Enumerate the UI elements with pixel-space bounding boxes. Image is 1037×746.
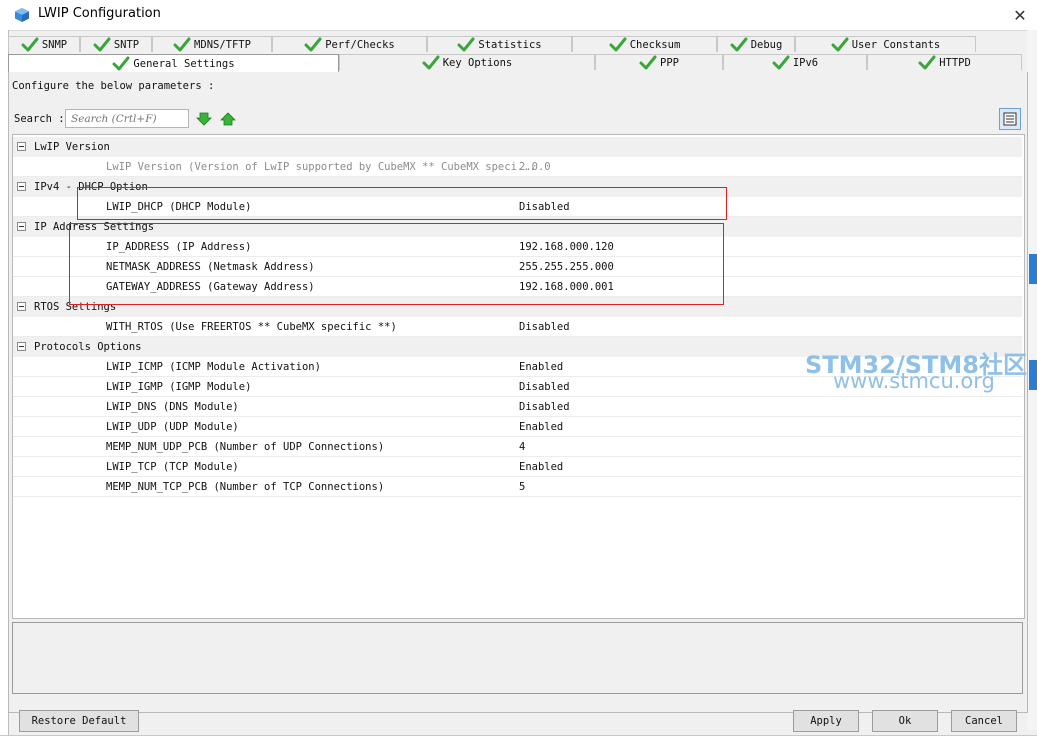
cube-app-icon [15,8,29,22]
parameter-value[interactable]: Enabled [519,461,563,473]
lwip-configuration-dialog: LWIP Configuration ✕ SNMP SNTP MDNS/TFTP Pe… [0,0,1037,746]
parameter-value[interactable]: Disabled [519,381,570,393]
check-icon [772,55,790,69]
collapse-toggle-icon[interactable] [17,342,26,351]
collapse-toggle-icon[interactable] [17,222,26,231]
tab-general-settings[interactable]: General Settings [8,54,339,72]
table-row[interactable]: LWIP_DNS (DNS Module) Disabled [13,397,1022,417]
highlight-box-ip-settings [69,223,724,305]
tab-label: PPP [660,56,679,69]
group-name: Protocols Options [34,341,142,353]
parameter-value[interactable]: 2.0.0 [519,161,551,173]
background-window-strip-right [1027,30,1037,730]
check-icon [21,37,39,51]
table-row[interactable]: LwIP Version (Version of LwIP supported … [13,157,1022,177]
table-row[interactable]: LWIP_UDP (UDP Module) Enabled [13,417,1022,437]
parameter-name: LwIP Version (Version of LwIP supported … [106,161,536,173]
check-icon [639,55,657,69]
group-lwip-version[interactable]: LwIP Version [13,137,1022,157]
parameter-name: LWIP_TCP (TCP Module) [106,461,239,473]
table-row[interactable]: LWIP_TCP (TCP Module) Enabled [13,457,1022,477]
tab-mdns-tftp[interactable]: MDNS/TFTP [152,36,272,52]
check-icon [173,37,191,51]
parameter-value[interactable]: Disabled [519,401,570,413]
list-view-icon [1003,112,1017,126]
window-title: LWIP Configuration [38,6,161,21]
background-marker [1029,254,1037,284]
tab-key-options[interactable]: Key Options [339,54,595,70]
search-input[interactable] [65,109,189,128]
check-icon [609,37,627,51]
arrow-down-icon[interactable] [196,111,212,127]
arrow-up-icon[interactable] [220,111,236,127]
cancel-button[interactable]: Cancel [951,710,1017,732]
tab-label: Key Options [442,56,513,69]
tab-label: Debug [750,38,783,51]
tab-row-1: SNMP SNTP MDNS/TFTP Perf/Checks Statistics Ch… [8,36,976,53]
tab-label: Perf/Checks [325,38,395,51]
apply-button[interactable]: Apply [793,710,859,732]
tab-label: SNTP [113,38,140,51]
tab-label: HTTPD [939,56,971,69]
check-icon [112,56,130,70]
tab-ipv6[interactable]: IPv6 [723,54,867,70]
tab-label: Statistics [478,38,542,51]
check-icon [93,37,111,51]
tab-label: MDNS/TFTP [194,38,251,51]
tab-debug[interactable]: Debug [717,36,795,52]
tab-label: User Constants [851,38,941,51]
tab-perf-checks[interactable]: Perf/Checks [272,36,427,52]
check-icon [422,55,440,69]
parameter-value[interactable]: 4 [519,441,525,453]
table-row[interactable]: WITH_RTOS (Use FREERTOS ** CubeMX specif… [13,317,1022,337]
parameter-name: LWIP_UDP (UDP Module) [106,421,239,433]
tab-ppp[interactable]: PPP [595,54,723,70]
check-icon [304,37,322,51]
collapse-toggle-icon[interactable] [17,182,26,191]
table-row[interactable]: MEMP_NUM_UDP_PCB (Number of UDP Connecti… [13,437,1022,457]
background-window-bottom [0,735,1037,746]
watermark-url: www.stmcu.org [833,369,995,393]
parameter-name: LWIP_DNS (DNS Module) [106,401,239,413]
collapse-toggle-icon[interactable] [17,302,26,311]
parameter-name: MEMP_NUM_TCP_PCB (Number of TCP Connecti… [106,481,385,493]
toggle-view-button[interactable] [999,108,1021,130]
restore-default-button[interactable]: Restore Default [19,710,139,732]
search-label: Search : [14,113,65,125]
configure-instructions: Configure the below parameters : [12,80,215,92]
parameter-value[interactable]: Enabled [519,421,563,433]
ok-button[interactable]: Ok [872,710,938,732]
group-name: LwIP Version [34,141,110,153]
description-panel [12,622,1023,694]
parameter-value[interactable]: 5 [519,481,525,493]
parameter-value[interactable]: Disabled [519,321,570,333]
parameter-name: MEMP_NUM_UDP_PCB (Number of UDP Connecti… [106,441,385,453]
tab-label: Checksum [629,38,681,51]
table-row[interactable]: MEMP_NUM_TCP_PCB (Number of TCP Connecti… [13,477,1022,497]
tab-statistics[interactable]: Statistics [427,36,572,52]
check-icon [918,55,936,69]
collapse-toggle-icon[interactable] [17,142,26,151]
background-marker [1029,360,1037,390]
tab-user-constants[interactable]: User Constants [795,36,976,52]
check-icon [730,37,748,51]
tab-checksum[interactable]: Checksum [572,36,717,52]
tab-label: IPv6 [792,56,819,69]
parameter-name: LWIP_IGMP (IGMP Module) [106,381,252,393]
close-button[interactable]: ✕ [1003,0,1037,30]
parameter-value[interactable]: Enabled [519,361,563,373]
parameter-name: WITH_RTOS (Use FREERTOS ** CubeMX specif… [106,321,397,333]
tab-httpd[interactable]: HTTPD [867,54,1022,70]
close-icon: ✕ [1013,5,1027,25]
highlight-box-dhcp [77,187,727,220]
title-bar: LWIP Configuration ✕ [0,0,1037,31]
check-icon [831,37,849,51]
tab-row-2: General Settings Key Options PPP IPv6 HTTPD [8,54,1022,72]
tab-snmp[interactable]: SNMP [8,36,80,52]
parameter-name: LWIP_ICMP (ICMP Module Activation) [106,361,321,373]
tab-label: General Settings [133,57,235,70]
check-icon [457,37,475,51]
tab-sntp[interactable]: SNTP [80,36,152,52]
tab-label: SNMP [41,38,68,51]
